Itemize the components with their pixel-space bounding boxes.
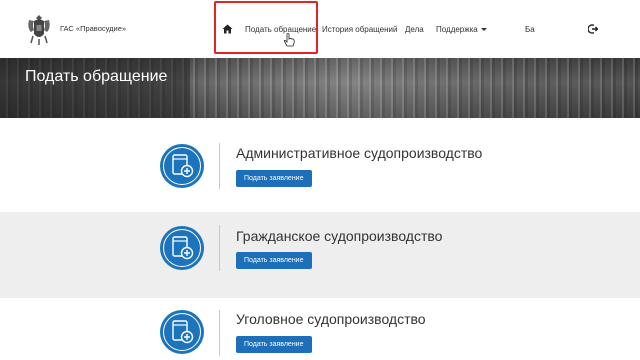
document-add-glyph: [172, 154, 194, 178]
submit-application-button[interactable]: Подать заявление: [236, 336, 312, 353]
nav-support[interactable]: Поддержка: [436, 25, 487, 34]
submit-application-button[interactable]: Подать заявление: [236, 252, 312, 269]
section-title: Уголовное судопроизводство: [236, 311, 426, 327]
nav-appeal-history[interactable]: История обращений: [322, 25, 397, 34]
brand-name[interactable]: ГАС «Правосудие»: [60, 24, 126, 33]
document-add-glyph: [172, 236, 194, 260]
section-title: Гражданское судопроизводство: [236, 228, 443, 244]
document-add-icon: [160, 144, 204, 188]
caret-down-icon: [480, 28, 487, 32]
page-banner: [0, 58, 640, 118]
document-add-icon: [160, 310, 204, 354]
section-administrative: Административное судопроизводство Подать…: [0, 118, 640, 212]
section-divider: [219, 225, 220, 271]
nav-cases[interactable]: Дела: [405, 25, 424, 34]
logout-icon[interactable]: [588, 24, 598, 34]
section-divider: [219, 310, 220, 356]
document-add-icon: [160, 226, 204, 270]
section-civil: Гражданское судопроизводство Подать заяв…: [0, 212, 640, 298]
section-criminal: Уголовное судопроизводство Подать заявле…: [0, 298, 640, 360]
submit-application-button[interactable]: Подать заявление: [236, 170, 312, 187]
banner-overlay: [0, 58, 190, 118]
header: ГАС «Правосудие» Подать обращение Истори…: [0, 0, 640, 58]
section-divider: [219, 143, 220, 189]
section-title: Административное судопроизводство: [236, 145, 483, 161]
highlight-box: [214, 1, 318, 54]
coat-of-arms-icon[interactable]: [25, 12, 53, 46]
page-title: Подать обращение: [25, 68, 168, 85]
user-name[interactable]: Ба: [525, 25, 535, 34]
document-add-glyph: [172, 320, 194, 344]
nav-support-label: Поддержка: [436, 25, 478, 34]
hand-cursor-icon: [283, 33, 295, 47]
